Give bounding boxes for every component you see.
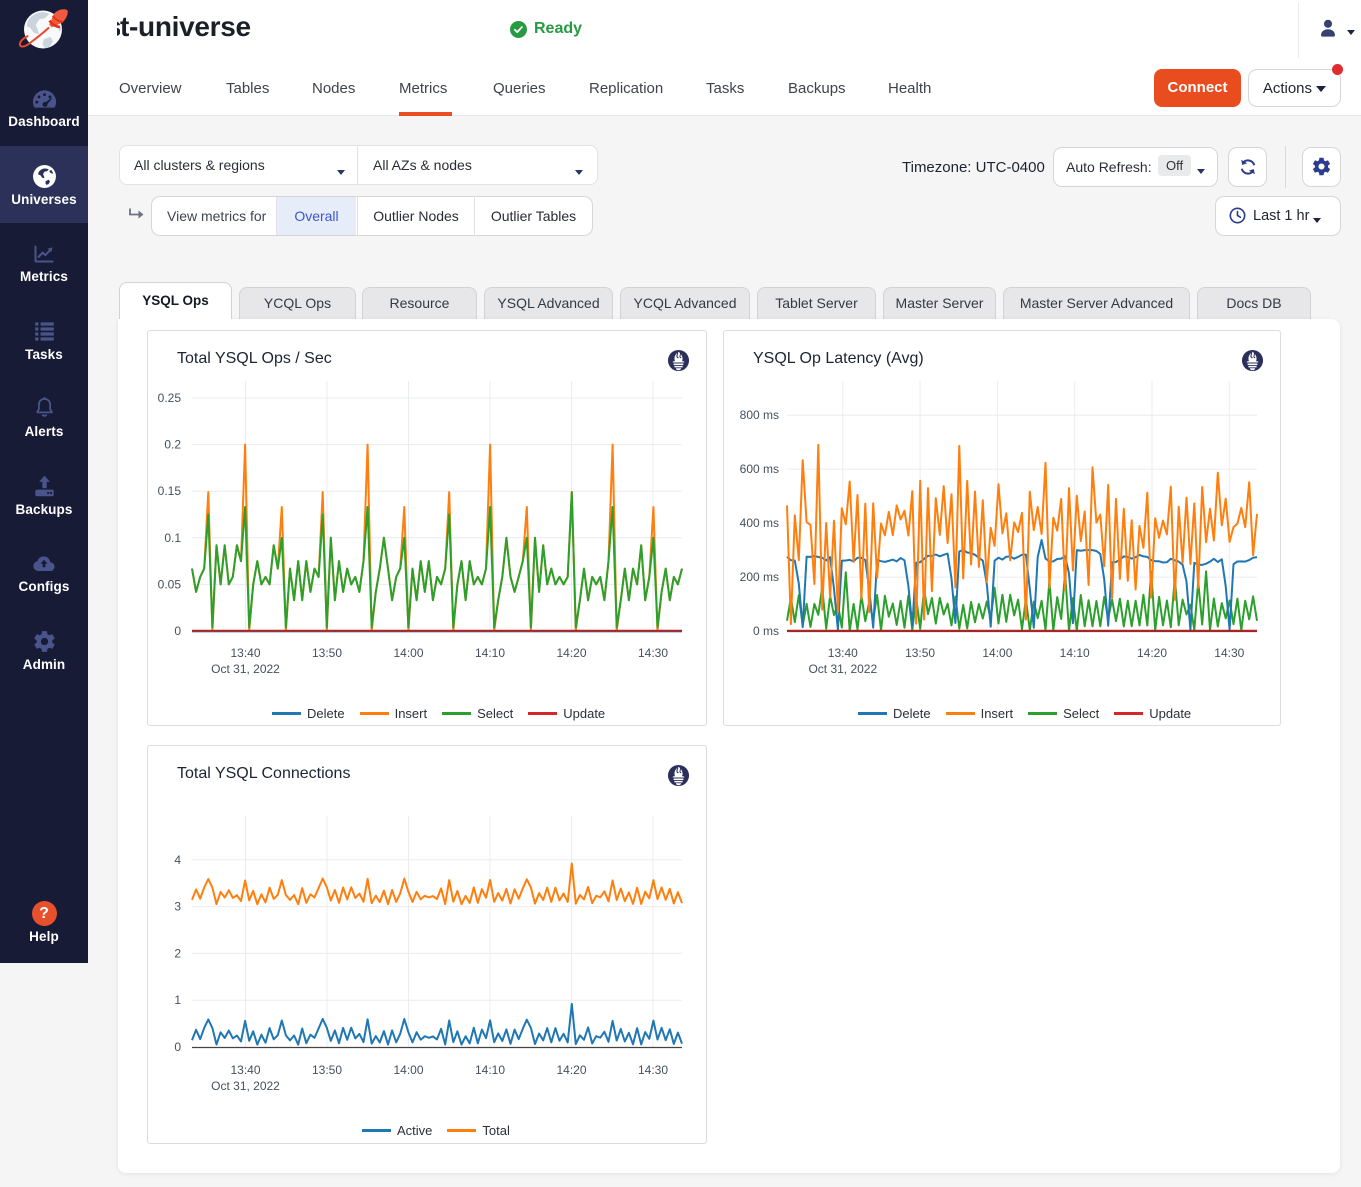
svg-text:14:10: 14:10 [475, 1063, 505, 1077]
svg-text:600 ms: 600 ms [740, 462, 779, 476]
svg-text:0: 0 [174, 624, 181, 638]
svg-text:0.05: 0.05 [158, 577, 182, 591]
svg-text:14:00: 14:00 [982, 646, 1012, 660]
svg-text:14:10: 14:10 [475, 646, 505, 660]
svg-text:14:30: 14:30 [638, 1063, 668, 1077]
svg-text:Oct 31, 2022: Oct 31, 2022 [211, 662, 280, 676]
svg-text:14:00: 14:00 [393, 646, 423, 660]
svg-text:14:00: 14:00 [393, 1063, 423, 1077]
svg-text:14:20: 14:20 [556, 1063, 586, 1077]
svg-text:13:40: 13:40 [230, 1063, 260, 1077]
svg-text:14:10: 14:10 [1060, 646, 1090, 660]
svg-text:Oct 31, 2022: Oct 31, 2022 [808, 662, 877, 676]
svg-text:14:30: 14:30 [638, 646, 668, 660]
svg-text:0 ms: 0 ms [753, 624, 779, 638]
svg-text:14:30: 14:30 [1214, 646, 1244, 660]
svg-text:13:40: 13:40 [828, 646, 858, 660]
svg-text:13:40: 13:40 [230, 646, 260, 660]
svg-text:13:50: 13:50 [312, 646, 342, 660]
svg-text:200 ms: 200 ms [740, 570, 779, 584]
svg-text:1: 1 [174, 993, 181, 1007]
svg-text:4: 4 [174, 853, 181, 867]
svg-text:0: 0 [174, 1040, 181, 1054]
svg-text:13:50: 13:50 [905, 646, 935, 660]
svg-text:2: 2 [174, 946, 181, 960]
svg-text:0.1: 0.1 [164, 531, 181, 545]
svg-text:0.15: 0.15 [158, 484, 182, 498]
svg-text:400 ms: 400 ms [740, 516, 779, 530]
svg-text:14:20: 14:20 [556, 646, 586, 660]
svg-text:800 ms: 800 ms [740, 408, 779, 422]
svg-text:0.2: 0.2 [164, 438, 181, 452]
svg-text:3: 3 [174, 900, 181, 914]
svg-text:0.25: 0.25 [158, 391, 182, 405]
svg-text:13:50: 13:50 [312, 1063, 342, 1077]
svg-text:Oct 31, 2022: Oct 31, 2022 [211, 1079, 280, 1093]
svg-text:14:20: 14:20 [1137, 646, 1167, 660]
